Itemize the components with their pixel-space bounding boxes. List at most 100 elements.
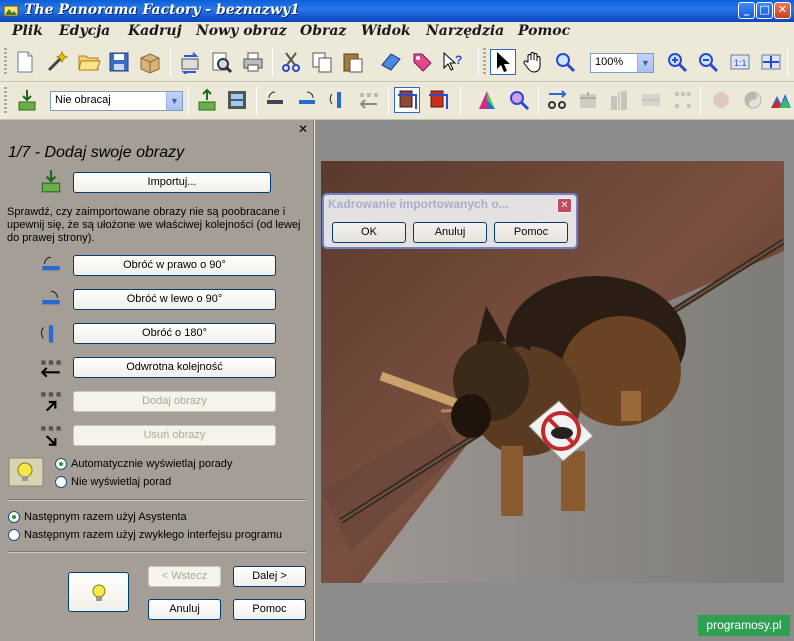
copy-icon[interactable] [309, 49, 335, 75]
remove-images-icon [41, 426, 61, 446]
filmstrip-icon[interactable] [224, 87, 250, 113]
window-title: The Panorama Factory - beznazwy1 [24, 2, 300, 18]
hand-icon[interactable] [521, 49, 547, 75]
normal-next-time-radio[interactable]: Następnym razem użyj zwykłego interfejsu… [8, 529, 282, 541]
add-images-button[interactable]: Dodaj obrazy [73, 391, 276, 412]
histogram-icon[interactable] [670, 87, 696, 113]
menu-nowy-obraz[interactable]: Nowy obraz [196, 23, 287, 39]
panel-close-icon[interactable]: ✕ [298, 122, 308, 136]
dialog-close-icon[interactable]: ✕ [557, 198, 572, 213]
wizard-next-time-label: Następnym razem użyj Asystenta [24, 511, 187, 523]
normal-next-time-label: Następnym razem użyj zwykłego interfejsu… [24, 529, 282, 541]
magnifier-color-icon[interactable] [506, 87, 532, 113]
lightbulb-icon [92, 584, 106, 601]
package-icon[interactable] [137, 49, 163, 75]
dialog-ok-button[interactable]: OK [332, 222, 406, 243]
menu-narzedzia[interactable]: Narzędzia [426, 23, 504, 39]
crop-import-dialog: Kadrowanie importowanych o... ✕ OK Anulu… [322, 193, 578, 249]
zoom-icon[interactable] [552, 49, 578, 75]
rotate-180-button[interactable]: Obróć o 180° [73, 323, 276, 344]
print-preview-icon[interactable] [208, 49, 234, 75]
grid-icon[interactable] [638, 87, 664, 113]
rotate-180-icon[interactable] [326, 87, 352, 113]
tip-button[interactable] [68, 572, 129, 612]
divider [8, 499, 306, 501]
dialog-help-button[interactable]: Pomoc [494, 222, 568, 243]
rotate-right-icon [42, 256, 60, 271]
zoom-value: 100% [595, 56, 624, 68]
zoom-in-icon[interactable] [664, 49, 690, 75]
color-triangle-icon[interactable] [474, 87, 500, 113]
import-icon[interactable] [14, 87, 40, 113]
export-icon[interactable] [194, 87, 220, 113]
help-button[interactable]: Pomoc [233, 599, 306, 620]
menu-edycja[interactable]: Edycja [59, 23, 110, 39]
radio-empty-icon [8, 529, 20, 541]
sphere-icon[interactable] [708, 87, 734, 113]
stitch-icon[interactable] [575, 87, 601, 113]
tag-icon[interactable] [409, 49, 435, 75]
rotate-left-button[interactable]: Obróć w lewo o 90° [73, 289, 276, 310]
add-images-icon [41, 392, 61, 412]
minimize-button[interactable]: _ [738, 2, 755, 19]
wizard-next-time-radio[interactable]: Następnym razem użyj Asystenta [8, 511, 187, 523]
transfer-icon[interactable] [177, 49, 203, 75]
chevron-down-icon[interactable]: ▼ [637, 54, 653, 72]
instructions-text: Sprawdź, czy zaimportowane obrazy nie są… [7, 206, 301, 244]
back-button[interactable]: < Wstecz [148, 566, 221, 587]
import-button[interactable]: Importuj... [73, 172, 271, 193]
menu-bar: Plik Edycja Kadruj Nowy obraz Obraz Wido… [0, 22, 794, 42]
dialog-title: Kadrowanie importowanych o... [328, 197, 509, 211]
main-toolbar: ? 100% ▼ 1:1 [0, 42, 794, 82]
svg-text:?: ? [455, 53, 462, 67]
svg-text:1:1: 1:1 [734, 58, 747, 68]
pointer-icon[interactable] [490, 49, 516, 75]
wizard-icon[interactable] [44, 49, 70, 75]
menu-pomoc[interactable]: Pomoc [518, 23, 570, 39]
radio-selected-icon [55, 458, 67, 470]
close-button[interactable]: ✕ [774, 2, 791, 19]
wizard-toolbar: Nie obracaj ▼ [0, 82, 794, 120]
menu-plik[interactable]: Plik [12, 23, 43, 39]
rgb-levels-icon[interactable] [768, 87, 794, 113]
save-icon[interactable] [106, 49, 132, 75]
yin-yang-icon[interactable] [740, 87, 766, 113]
rotate-select[interactable]: Nie obracaj ▼ [50, 91, 183, 111]
print-icon[interactable] [240, 49, 266, 75]
align-icon[interactable] [544, 87, 570, 113]
dialog-cancel-button[interactable]: Anuluj [413, 222, 487, 243]
menu-widok[interactable]: Widok [361, 23, 411, 39]
zoom-out-icon[interactable] [695, 49, 721, 75]
fit-icon[interactable] [758, 49, 784, 75]
actual-size-icon[interactable]: 1:1 [727, 49, 753, 75]
next-button[interactable]: Dalej > [233, 566, 306, 587]
open-folder-icon[interactable] [76, 49, 102, 75]
paste-icon[interactable] [340, 49, 366, 75]
tips-none-radio[interactable]: Nie wyświetlaj porad [55, 476, 171, 488]
cancel-button[interactable]: Anuluj [148, 599, 221, 620]
crop-icon[interactable] [394, 87, 420, 113]
rotate-right-button[interactable]: Obróć w prawo o 90° [73, 255, 276, 276]
maximize-button[interactable]: □ [756, 2, 773, 19]
rotate-left-icon[interactable] [294, 87, 320, 113]
reverse-order-button[interactable]: Odwrotna kolejność [73, 357, 276, 378]
reverse-order-icon[interactable] [356, 87, 382, 113]
toolbar-grip[interactable] [4, 48, 7, 76]
cut-icon[interactable] [278, 49, 304, 75]
blend-icon[interactable] [606, 87, 632, 113]
zoom-select[interactable]: 100% ▼ [590, 53, 654, 73]
menu-kadruj[interactable]: Kadruj [128, 23, 182, 39]
remove-images-button[interactable]: Usuń obrazy [73, 425, 276, 446]
tips-auto-radio[interactable]: Automatycznie wyświetlaj porady [55, 458, 232, 470]
reverse-order-icon [40, 360, 61, 378]
chevron-down-icon[interactable]: ▼ [166, 92, 182, 110]
menu-obraz[interactable]: Obraz [300, 23, 346, 39]
help-pointer-icon[interactable]: ? [440, 49, 466, 75]
title-bar: The Panorama Factory - beznazwy1 _ □ ✕ [0, 0, 794, 22]
rotate-left-icon [42, 290, 60, 305]
crop-red-icon[interactable] [425, 87, 451, 113]
eraser-icon[interactable] [378, 49, 404, 75]
step-title: 1/7 - Dodaj swoje obrazy [8, 144, 185, 161]
rotate-right-icon[interactable] [262, 87, 288, 113]
new-document-icon[interactable] [12, 49, 38, 75]
